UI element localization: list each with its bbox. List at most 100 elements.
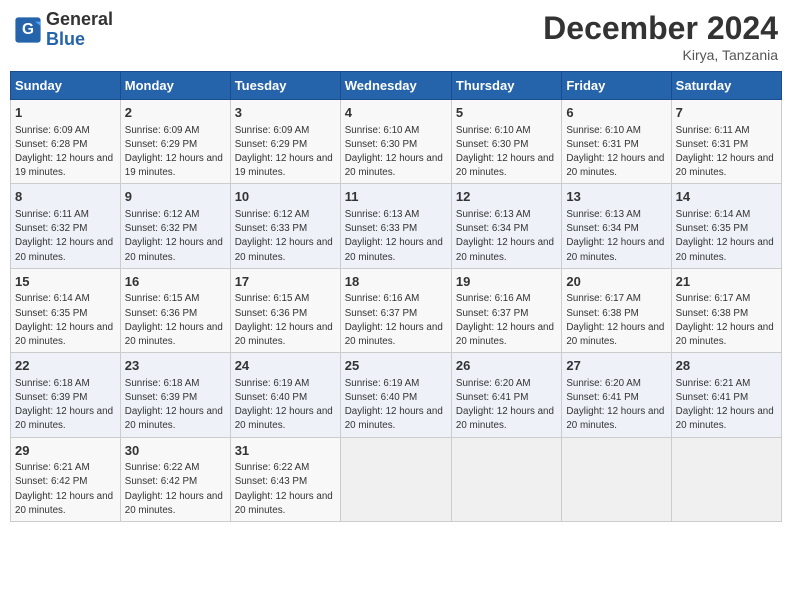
day-info: Sunrise: 6:19 AMSunset: 6:40 PMDaylight:…: [345, 378, 443, 432]
table-row: 9 Sunrise: 6:12 AMSunset: 6:32 PMDaylight…: [120, 184, 230, 268]
day-info: Sunrise: 6:14 AMSunset: 6:35 PMDaylight:…: [676, 209, 774, 263]
table-row: 19Sunrise: 6:16 AMSunset: 6:37 PMDayligh…: [451, 268, 561, 352]
day-number: 15: [15, 273, 116, 291]
day-number: 31: [235, 442, 336, 460]
table-row: 29 Sunrise: 6:21 AMSunset: 6:42 PMDayligh…: [11, 437, 121, 521]
calendar-week-row: 29 Sunrise: 6:21 AMSunset: 6:42 PMDayligh…: [11, 437, 782, 521]
day-info: Sunrise: 6:12 AMSunset: 6:33 PMDaylight:…: [235, 209, 333, 263]
col-sunday: Sunday: [11, 72, 121, 100]
col-monday: Monday: [120, 72, 230, 100]
day-info: Sunrise: 6:16 AMSunset: 6:37 PMDaylight:…: [345, 293, 443, 347]
table-row: [451, 437, 561, 521]
table-row: 10 Sunrise: 6:12 AMSunset: 6:33 PMDayligh…: [230, 184, 340, 268]
table-row: 22 Sunrise: 6:18 AMSunset: 6:39 PMDayligh…: [11, 353, 121, 437]
day-number: 9: [125, 188, 226, 206]
table-row: 18 Sunrise: 6:16 AMSunset: 6:37 PMDayligh…: [340, 268, 451, 352]
logo-line1: General: [46, 10, 113, 30]
day-info: Sunrise: 6:11 AMSunset: 6:31 PMDaylight:…: [676, 125, 774, 179]
day-number: 11: [345, 188, 447, 206]
day-number: 7: [676, 104, 777, 122]
day-info: Sunrise: 6:13 AMSunset: 6:34 PMDaylight:…: [456, 209, 554, 263]
day-info: Sunrise: 6:21 AMSunset: 6:41 PMDaylight:…: [676, 378, 774, 432]
day-number: 24: [235, 357, 336, 375]
day-number: 13: [566, 188, 666, 206]
day-info: Sunrise: 6:18 AMSunset: 6:39 PMDaylight:…: [125, 378, 223, 432]
logo-icon: G: [14, 16, 42, 44]
calendar-week-row: 22 Sunrise: 6:18 AMSunset: 6:39 PMDayligh…: [11, 353, 782, 437]
day-number: 14: [676, 188, 777, 206]
day-number: 10: [235, 188, 336, 206]
table-row: 3Sunrise: 6:09 AMSunset: 6:29 PMDaylight…: [230, 100, 340, 184]
day-info: Sunrise: 6:20 AMSunset: 6:41 PMDaylight:…: [456, 378, 554, 432]
day-info: Sunrise: 6:20 AMSunset: 6:41 PMDaylight:…: [566, 378, 664, 432]
weekday-header-row: Sunday Monday Tuesday Wednesday Thursday…: [11, 72, 782, 100]
table-row: [671, 437, 781, 521]
table-row: 21 Sunrise: 6:17 AMSunset: 6:38 PMDayligh…: [671, 268, 781, 352]
title-area: December 2024 Kirya, Tanzania: [543, 10, 778, 63]
table-row: [340, 437, 451, 521]
day-info: Sunrise: 6:15 AMSunset: 6:36 PMDaylight:…: [235, 293, 333, 347]
day-number: 26: [456, 357, 557, 375]
table-row: 16Sunrise: 6:15 AMSunset: 6:36 PMDayligh…: [120, 268, 230, 352]
day-number: 28: [676, 357, 777, 375]
calendar-week-row: 15 Sunrise: 6:14 AMSunset: 6:35 PMDayligh…: [11, 268, 782, 352]
day-info: Sunrise: 6:10 AMSunset: 6:30 PMDaylight:…: [345, 125, 443, 179]
col-thursday: Thursday: [451, 72, 561, 100]
day-number: 20: [566, 273, 666, 291]
table-row: 31 Sunrise: 6:22 AMSunset: 6:43 PMDayligh…: [230, 437, 340, 521]
day-info: Sunrise: 6:10 AMSunset: 6:30 PMDaylight:…: [456, 125, 554, 179]
day-info: Sunrise: 6:19 AMSunset: 6:40 PMDaylight:…: [235, 378, 333, 432]
day-number: 16: [125, 273, 226, 291]
page-header: G General Blue December 2024 Kirya, Tanz…: [10, 10, 782, 63]
table-row: 25Sunrise: 6:19 AMSunset: 6:40 PMDayligh…: [340, 353, 451, 437]
table-row: 11 Sunrise: 6:13 AMSunset: 6:33 PMDayligh…: [340, 184, 451, 268]
day-number: 23: [125, 357, 226, 375]
col-tuesday: Tuesday: [230, 72, 340, 100]
day-number: 29: [15, 442, 116, 460]
day-number: 19: [456, 273, 557, 291]
table-row: 15 Sunrise: 6:14 AMSunset: 6:35 PMDayligh…: [11, 268, 121, 352]
day-info: Sunrise: 6:17 AMSunset: 6:38 PMDaylight:…: [566, 293, 664, 347]
day-info: Sunrise: 6:14 AMSunset: 6:35 PMDaylight:…: [15, 293, 113, 347]
day-number: 27: [566, 357, 666, 375]
day-info: Sunrise: 6:22 AMSunset: 6:42 PMDaylight:…: [125, 462, 223, 516]
calendar-week-row: 8Sunrise: 6:11 AMSunset: 6:32 PMDaylight…: [11, 184, 782, 268]
day-number: 6: [566, 104, 666, 122]
table-row: 8Sunrise: 6:11 AMSunset: 6:32 PMDaylight…: [11, 184, 121, 268]
day-info: Sunrise: 6:21 AMSunset: 6:42 PMDaylight:…: [15, 462, 113, 516]
svg-text:G: G: [22, 21, 34, 38]
day-info: Sunrise: 6:12 AMSunset: 6:32 PMDaylight:…: [125, 209, 223, 263]
table-row: 26 Sunrise: 6:20 AMSunset: 6:41 PMDayligh…: [451, 353, 561, 437]
month-title: December 2024: [543, 10, 778, 47]
day-info: Sunrise: 6:11 AMSunset: 6:32 PMDaylight:…: [15, 209, 113, 263]
table-row: 4Sunrise: 6:10 AMSunset: 6:30 PMDaylight…: [340, 100, 451, 184]
day-number: 3: [235, 104, 336, 122]
day-info: Sunrise: 6:09 AMSunset: 6:29 PMDaylight:…: [125, 125, 223, 179]
table-row: 1Sunrise: 6:09 AMSunset: 6:28 PMDaylight…: [11, 100, 121, 184]
col-friday: Friday: [562, 72, 671, 100]
table-row: 13 Sunrise: 6:13 AMSunset: 6:34 PMDayligh…: [562, 184, 671, 268]
table-row: 23 Sunrise: 6:18 AMSunset: 6:39 PMDayligh…: [120, 353, 230, 437]
table-row: 6Sunrise: 6:10 AMSunset: 6:31 PMDaylight…: [562, 100, 671, 184]
day-info: Sunrise: 6:18 AMSunset: 6:39 PMDaylight:…: [15, 378, 113, 432]
table-row: 5Sunrise: 6:10 AMSunset: 6:30 PMDaylight…: [451, 100, 561, 184]
day-info: Sunrise: 6:22 AMSunset: 6:43 PMDaylight:…: [235, 462, 333, 516]
day-info: Sunrise: 6:09 AMSunset: 6:28 PMDaylight:…: [15, 125, 113, 179]
table-row: 27 Sunrise: 6:20 AMSunset: 6:41 PMDayligh…: [562, 353, 671, 437]
day-info: Sunrise: 6:13 AMSunset: 6:34 PMDaylight:…: [566, 209, 664, 263]
location-subtitle: Kirya, Tanzania: [543, 47, 778, 63]
logo: G General Blue: [14, 10, 113, 50]
day-number: 12: [456, 188, 557, 206]
day-info: Sunrise: 6:17 AMSunset: 6:38 PMDaylight:…: [676, 293, 774, 347]
table-row: [562, 437, 671, 521]
table-row: 17Sunrise: 6:15 AMSunset: 6:36 PMDayligh…: [230, 268, 340, 352]
day-number: 22: [15, 357, 116, 375]
day-number: 18: [345, 273, 447, 291]
table-row: 7 Sunrise: 6:11 AMSunset: 6:31 PMDaylight…: [671, 100, 781, 184]
table-row: 12 Sunrise: 6:13 AMSunset: 6:34 PMDayligh…: [451, 184, 561, 268]
table-row: 14 Sunrise: 6:14 AMSunset: 6:35 PMDayligh…: [671, 184, 781, 268]
day-number: 21: [676, 273, 777, 291]
day-info: Sunrise: 6:13 AMSunset: 6:33 PMDaylight:…: [345, 209, 443, 263]
day-number: 2: [125, 104, 226, 122]
calendar-table: Sunday Monday Tuesday Wednesday Thursday…: [10, 71, 782, 522]
